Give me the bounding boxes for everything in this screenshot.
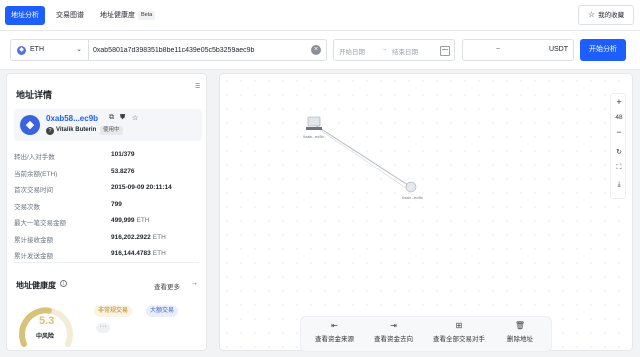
amount-unit: USDT xyxy=(548,46,568,53)
more-tags-button[interactable]: ··· xyxy=(96,323,110,333)
address-label-tag: Vitalik Buterin xyxy=(56,127,97,133)
lock-icon[interactable]: ⛊ xyxy=(120,114,125,122)
row-label: 累计发送金额 xyxy=(14,253,53,260)
star-icon[interactable]: ☆ xyxy=(132,114,138,122)
row-value: 799 xyxy=(111,201,124,208)
row-value: 53.8276 xyxy=(111,168,137,175)
view-all-counterparties-label: 查看全部交易对手 xyxy=(433,336,485,343)
row-value-unit: ETH xyxy=(152,250,166,257)
info-icon[interactable]: i xyxy=(60,280,67,287)
question-icon: ? xyxy=(46,127,54,135)
row-value-number: 916,144.4783 xyxy=(111,250,151,257)
copy-icon[interactable]: ⧉ xyxy=(109,114,114,122)
row-value-number: 101/379 xyxy=(111,151,135,158)
row-value-unit: ETH xyxy=(136,217,150,224)
graph-node-label: 0xab...ec9b xyxy=(303,134,324,139)
amount-separator: ~ xyxy=(496,46,501,53)
view-fund-destination-label: 查看资金去向 xyxy=(374,336,413,343)
date-arrow: → xyxy=(381,46,388,53)
status-badge: 使用中 xyxy=(100,126,123,135)
row-label: 当前余额(ETH) xyxy=(14,171,58,178)
graph-node-base xyxy=(306,127,322,130)
delete-address-button[interactable]: 🗑 删除地址 xyxy=(507,321,533,343)
beta-badge: Beta xyxy=(138,11,156,20)
star-icon: ☆ xyxy=(587,10,596,19)
tab-transaction-graph[interactable]: 交易图谱 xyxy=(50,6,90,25)
tab-address-analysis[interactable]: 地址分析 xyxy=(5,6,45,25)
view-all-counterparties-button[interactable]: ⊞ 查看全部交易对手 xyxy=(433,321,485,343)
risk-tag: 大额交易 xyxy=(146,305,179,317)
risk-tag: 非常规交易 xyxy=(94,305,133,317)
see-more-link[interactable]: 查看更多 xyxy=(154,281,180,291)
row-value-number: 53.8276 xyxy=(111,168,135,175)
row-label: 交易次数 xyxy=(14,204,40,211)
chain-select-value: ETH xyxy=(30,46,44,53)
delete-address-label: 删除地址 xyxy=(507,336,533,343)
row-value: 101/379 xyxy=(111,151,137,158)
graph-node[interactable] xyxy=(307,116,321,127)
graph-edge xyxy=(314,124,412,188)
row-value: 499,999 ETH xyxy=(111,217,150,224)
row-value: 916,144.4783 ETH xyxy=(111,250,166,257)
outflow-icon: ⇥ xyxy=(390,321,397,330)
favorites-button[interactable]: ☆ 我的收藏 xyxy=(578,5,634,25)
ethereum-avatar-icon: ◆ xyxy=(20,115,40,135)
chain-select[interactable]: ◆ ETH ⌄ xyxy=(10,39,88,61)
download-icon[interactable]: ⤓ xyxy=(611,181,627,189)
short-address[interactable]: 0xab58...ec9b xyxy=(46,114,98,123)
ethereum-icon: ◆ xyxy=(17,46,26,55)
end-date-placeholder: 结束日期 xyxy=(392,49,418,56)
top-nav: 地址分析 交易图谱 地址健康度 Beta ☆ 我的收藏 xyxy=(0,0,640,31)
tab-address-health-label: 地址健康度 xyxy=(100,12,135,19)
chevron-down-icon: ⌄ xyxy=(76,46,82,53)
health-score: 5.3 xyxy=(39,315,55,327)
view-fund-destination-button[interactable]: ⇥ 查看资金去向 xyxy=(374,321,413,343)
tab-address-health[interactable]: 地址健康度 Beta xyxy=(94,6,161,25)
trash-icon: 🗑 xyxy=(514,321,526,330)
inflow-icon: ⇤ xyxy=(331,321,338,330)
graph-node-label: 0xab...ec9b xyxy=(402,195,423,200)
panel-title: 地址详情 xyxy=(16,90,53,100)
arrow-right-icon[interactable]: → xyxy=(191,280,198,287)
row-label: 转出/入对手数 xyxy=(14,154,55,161)
calendar-icon xyxy=(440,46,450,56)
amount-range-input[interactable]: ~ USDT xyxy=(462,39,574,61)
favorites-label: 我的收藏 xyxy=(598,12,625,19)
view-fund-source-label: 查看资金来源 xyxy=(315,336,354,343)
row-value-number: 499,999 xyxy=(111,217,135,224)
row-value-number: 799 xyxy=(111,201,122,208)
graph-node[interactable] xyxy=(405,181,417,193)
zoom-in-icon[interactable]: + xyxy=(611,97,627,107)
refresh-icon[interactable]: ↻ xyxy=(611,148,627,156)
address-detail-panel: 地址详情 ☰ ◆ 0xab58...ec9b ⧉ ⛊ ☆ ? Vitalik B… xyxy=(6,73,207,351)
graph-action-bar: ⇤ 查看资金来源 ⇥ 查看资金去向 ⊞ 查看全部交易对手 🗑 删除地址 xyxy=(300,316,552,352)
row-value-unit: ETH xyxy=(152,234,166,241)
row-label: 累计接收金额 xyxy=(14,237,53,244)
clear-icon[interactable]: × xyxy=(311,45,321,55)
view-fund-source-button[interactable]: ⇤ 查看资金来源 xyxy=(315,321,354,343)
date-range-picker[interactable]: 开始日期 → 结束日期 xyxy=(333,39,455,61)
row-value-number: 916,202.2922 xyxy=(111,234,151,241)
row-label: 最大一笔交易金额 xyxy=(14,220,66,227)
start-date-placeholder: 开始日期 xyxy=(339,49,365,56)
start-analysis-button[interactable]: 开始分析 xyxy=(580,39,626,61)
divider xyxy=(14,262,199,263)
search-bar: ◆ ETH ⌄ × 开始日期 → 结束日期 ~ USDT 开始分析 xyxy=(0,31,640,70)
health-title: 地址健康度 xyxy=(16,281,56,290)
zoom-out-icon[interactable]: − xyxy=(611,127,627,137)
zoom-toolbar: + 48 − ↻ ⛶ ⤓ xyxy=(610,93,626,199)
row-label: 首次交易时间 xyxy=(14,187,53,194)
collapse-icon[interactable]: ☰ xyxy=(195,83,202,90)
row-value-number: 2015-09-09 20:11:14 xyxy=(111,184,172,191)
row-value: 916,202.2922 ETH xyxy=(111,234,166,241)
address-card: ◆ 0xab58...ec9b ⧉ ⛊ ☆ ? Vitalik Buterin … xyxy=(14,109,202,141)
zoom-level: 48 xyxy=(615,114,623,121)
fullscreen-icon[interactable]: ⛶ xyxy=(611,164,627,172)
network-icon: ⊞ xyxy=(455,321,463,330)
address-input[interactable] xyxy=(88,39,327,61)
graph-edges xyxy=(306,116,417,193)
row-value: 2015-09-09 20:11:14 xyxy=(111,184,174,191)
risk-level: 中风险 xyxy=(36,334,55,340)
graph-edge xyxy=(316,127,410,191)
